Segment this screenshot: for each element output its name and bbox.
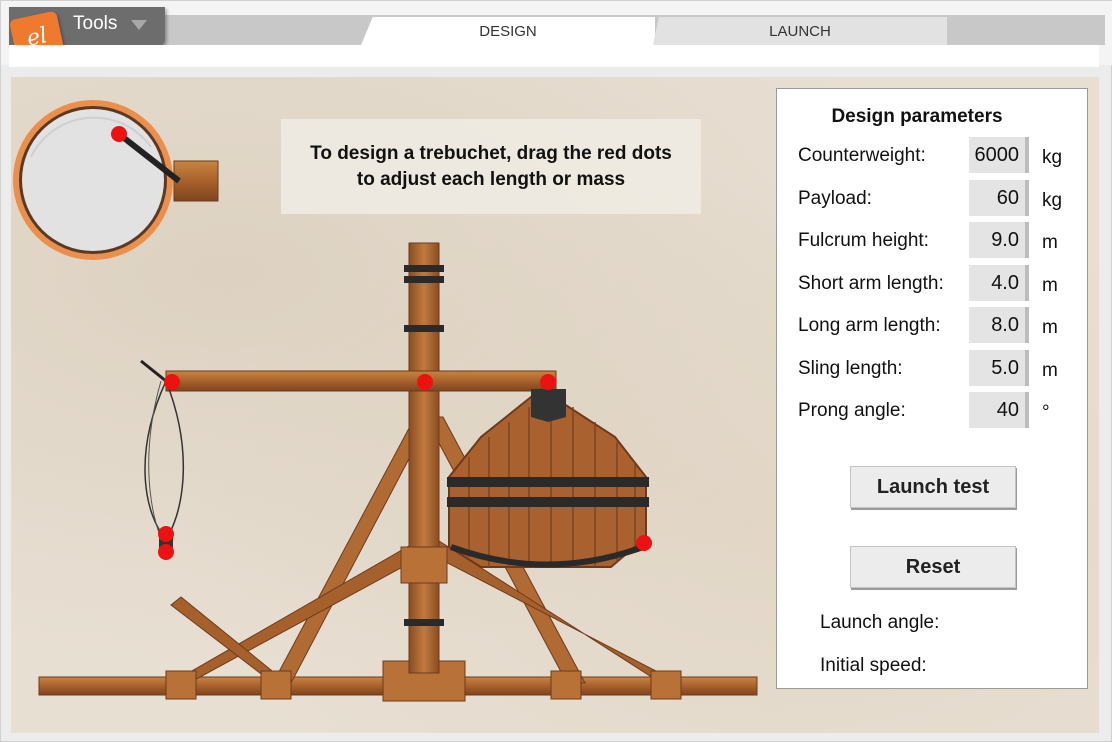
launch-angle-label: Launch angle: [820, 612, 940, 633]
param-unit: kg [1042, 147, 1063, 168]
payload-handle[interactable] [158, 544, 174, 560]
launch-test-button[interactable]: Launch test [850, 466, 1016, 508]
counterweight-value: 6000 [969, 137, 1029, 173]
sling-release-zoom-view [13, 100, 219, 260]
param-unit: m [1042, 232, 1058, 253]
instructions-banner: To design a trebuchet, drag the red dots… [281, 119, 701, 214]
sling-length-handle[interactable] [158, 526, 174, 542]
throwing-arm [165, 370, 557, 392]
param-label: Short arm length: [798, 273, 944, 294]
param-label: Long arm length: [798, 315, 941, 336]
arm-prong [140, 359, 167, 383]
fulcrum-height-handle[interactable] [417, 374, 433, 390]
param-label: Counterweight: [798, 145, 926, 166]
param-unit: m [1042, 275, 1058, 296]
caret-down-icon[interactable] [131, 20, 147, 30]
counterweight-bucket [447, 387, 649, 568]
prong-angle-value: 40 [969, 392, 1029, 428]
param-row-long-arm-length: Long arm length: 8.0 m [777, 307, 1089, 343]
counterweight-handle[interactable] [636, 535, 652, 551]
short-arm-length-handle[interactable] [540, 374, 556, 390]
payload-value: 60 [969, 180, 1029, 216]
tab-content-band [9, 45, 1099, 67]
param-unit: ° [1042, 402, 1050, 423]
param-row-prong-angle: Prong angle: 40 ° [777, 392, 1089, 428]
reset-button[interactable]: Reset [850, 546, 1016, 588]
param-unit: m [1042, 360, 1058, 381]
param-label: Fulcrum height: [798, 230, 929, 251]
design-parameters-panel: Design parameters Counterweight: 6000 kg… [776, 88, 1088, 689]
param-label: Payload: [798, 188, 872, 209]
sling [144, 380, 185, 549]
tab-launch[interactable]: LAUNCH [653, 17, 947, 45]
zoom-view-handle[interactable] [111, 126, 127, 142]
initial-speed-label: Initial speed: [820, 655, 927, 676]
param-row-short-arm-length: Short arm length: 4.0 m [777, 265, 1089, 301]
prong-angle-handle[interactable] [164, 374, 180, 390]
param-row-sling-length: Sling length: 5.0 m [777, 350, 1089, 386]
param-row-payload: Payload: 60 kg [777, 180, 1089, 216]
central-post [408, 242, 440, 674]
sling-length-value: 5.0 [969, 350, 1029, 386]
post-collar [400, 546, 448, 584]
panel-title: Design parameters [831, 106, 1003, 127]
param-row-fulcrum-height: Fulcrum height: 9.0 m [777, 222, 1089, 258]
param-row-counterweight: Counterweight: 6000 kg [777, 137, 1089, 173]
long-arm-length-value: 8.0 [969, 307, 1029, 343]
tab-design[interactable]: DESIGN [361, 17, 655, 45]
fulcrum-height-value: 9.0 [969, 222, 1029, 258]
param-unit: kg [1042, 190, 1063, 211]
param-label: Sling length: [798, 358, 903, 379]
app-window: el Tools DESIGN LAUNCH To design a trebu… [0, 0, 1112, 742]
top-bar: el Tools DESIGN LAUNCH [1, 1, 1112, 67]
short-arm-length-value: 4.0 [969, 265, 1029, 301]
param-unit: m [1042, 317, 1058, 338]
tools-label[interactable]: Tools [73, 13, 117, 35]
param-label: Prong angle: [798, 400, 906, 421]
